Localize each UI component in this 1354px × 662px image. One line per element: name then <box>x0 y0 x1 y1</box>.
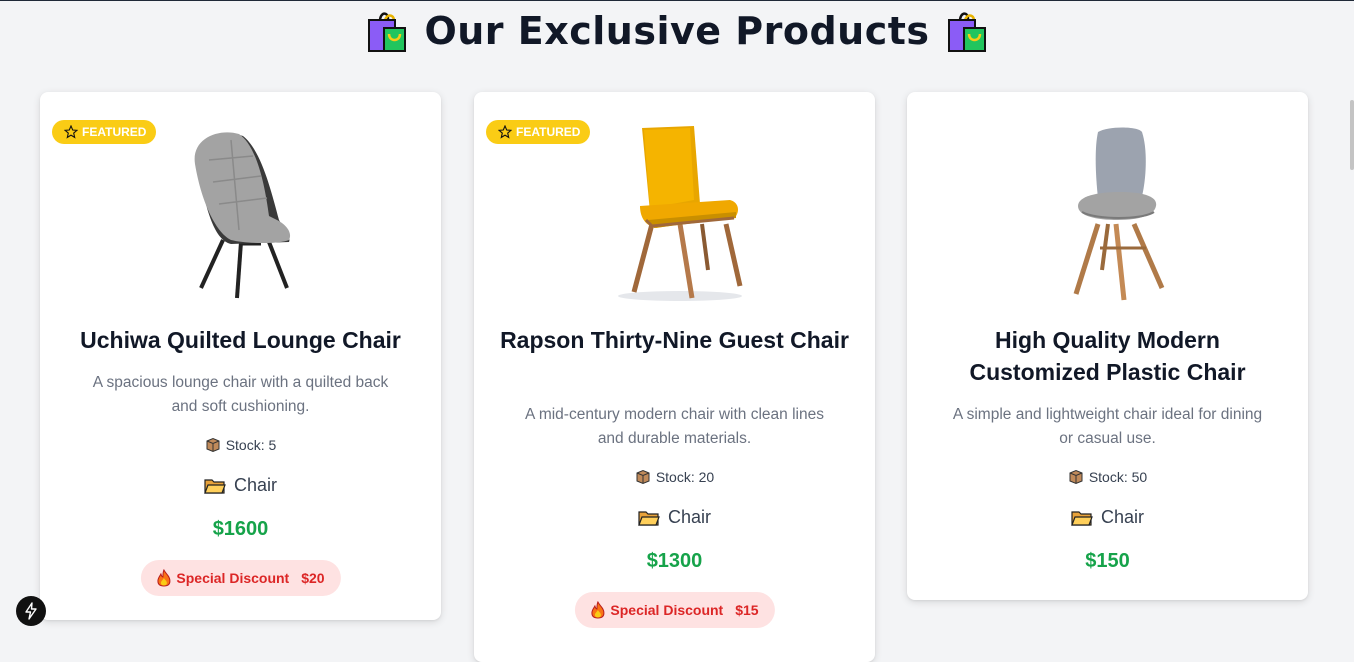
stock-info: Stock: 5 <box>40 437 441 453</box>
package-icon <box>636 469 650 485</box>
featured-label: FEATURED <box>82 125 147 139</box>
product-image <box>907 120 1308 305</box>
product-name: High Quality Modern Customized Plastic C… <box>969 327 1246 385</box>
discount-amount: $15 <box>735 602 759 618</box>
page-title: Our Exclusive Products <box>0 9 1354 53</box>
star-icon <box>498 125 512 139</box>
folder-icon <box>638 510 660 526</box>
stock-info: Stock: 50 <box>907 469 1308 485</box>
dev-tools-button[interactable] <box>16 596 46 626</box>
product-category: Chair <box>907 507 1308 528</box>
discount-amount: $20 <box>301 570 325 586</box>
shopping-bags-icon <box>946 9 988 53</box>
discount-label: Special Discount <box>176 570 290 586</box>
product-card[interactable]: High Quality Modern Customized Plastic C… <box>907 92 1308 600</box>
special-discount-badge: Special Discount $15 <box>574 592 775 628</box>
product-image <box>40 120 441 305</box>
discount-label: Special Discount <box>610 602 724 618</box>
scrollbar-thumb[interactable] <box>1350 100 1354 170</box>
fire-icon <box>590 601 604 619</box>
product-card[interactable]: FEATURED Rapson Thirty-Nine Guest Chair … <box>474 92 875 662</box>
product-description: A simple and lightweight chair ideal for… <box>952 406 1263 447</box>
product-price: $1600 <box>212 518 269 540</box>
featured-badge: FEATURED <box>486 120 591 144</box>
product-description: A mid-century modern chair with clean li… <box>525 406 824 447</box>
special-discount-badge: Special Discount $20 <box>140 560 341 596</box>
featured-label: FEATURED <box>516 125 581 139</box>
featured-badge: FEATURED <box>52 120 157 144</box>
product-price: $1300 <box>646 550 703 572</box>
product-card[interactable]: FEATURED Uchiwa Quilted Lounge Chair A s… <box>40 92 441 620</box>
category-text: Chair <box>1100 507 1144 527</box>
stock-text: Stock: 20 <box>655 469 715 485</box>
product-category: Chair <box>40 475 441 496</box>
stock-text: Stock: 5 <box>225 437 277 453</box>
product-image <box>474 120 875 305</box>
category-text: Chair <box>667 507 711 527</box>
shopping-bags-icon <box>366 9 408 53</box>
folder-icon <box>204 478 226 494</box>
stock-info: Stock: 20 <box>474 469 875 485</box>
fire-icon <box>156 569 170 587</box>
page-title-text: Our Exclusive Products <box>424 9 930 53</box>
product-description: A spacious lounge chair with a quilted b… <box>92 374 389 415</box>
product-price: $150 <box>1085 550 1130 572</box>
product-category: Chair <box>474 507 875 528</box>
category-text: Chair <box>233 475 277 495</box>
stock-text: Stock: 50 <box>1088 469 1148 485</box>
product-name: Uchiwa Quilted Lounge Chair <box>80 327 401 353</box>
product-name: Rapson Thirty-Nine Guest Chair <box>500 327 849 353</box>
folder-icon <box>1071 510 1093 526</box>
star-icon <box>64 125 78 139</box>
package-icon <box>1069 469 1083 485</box>
lightning-icon <box>25 602 37 620</box>
package-icon <box>206 437 220 453</box>
top-border <box>0 0 1354 1</box>
